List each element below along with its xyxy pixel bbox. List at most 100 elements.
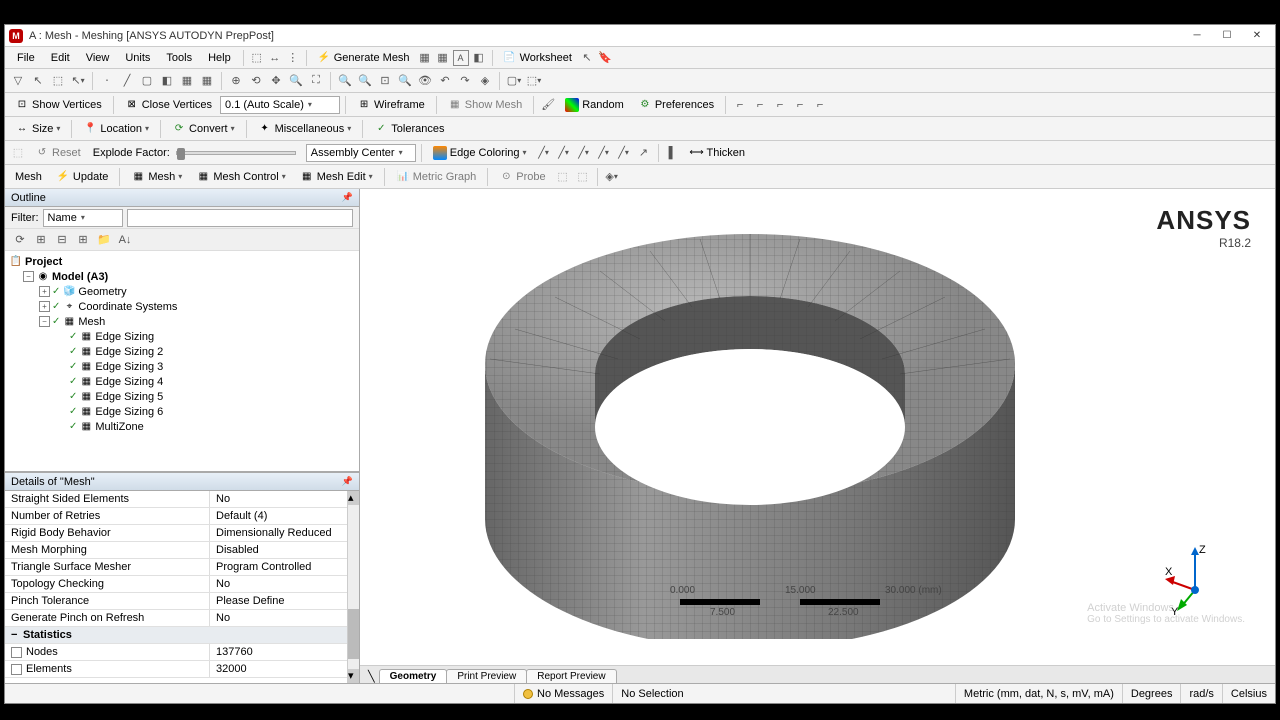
prop-value[interactable]: No [210,491,359,507]
probe-button[interactable]: ⊙ Probe [493,167,551,187]
tree-sizing[interactable]: ✓▦Edge Sizing 6 [9,404,355,419]
maximize-button[interactable]: ☐ [1213,27,1241,45]
filter-icon[interactable]: ▽ [10,73,26,89]
tree-sizing[interactable]: ✓▦Edge Sizing [9,329,355,344]
zoom-icon[interactable]: 🔍 [288,73,304,89]
tree-coord[interactable]: + ✓ ⌖ Coordinate Systems [9,299,355,314]
edge-coloring-dropdown[interactable]: Edge Coloring [427,143,533,163]
expander-icon[interactable]: − [23,271,34,282]
location-dropdown[interactable]: 📍 Location [77,119,155,139]
show-mesh-button[interactable]: ▦ Show Mesh [442,95,528,115]
pin-icon[interactable]: 📌 [342,192,353,203]
box-select-icon[interactable]: ⬚ [50,73,66,89]
node-icon[interactable]: ▦ [179,73,195,89]
menu-help[interactable]: Help [200,50,239,66]
zoom-out-icon[interactable]: 🔍 [357,73,373,89]
checkbox-icon[interactable] [11,647,22,658]
tree-sizing[interactable]: ✓▦Edge Sizing 5 [9,389,355,404]
expander-icon[interactable]: + [39,301,50,312]
grid-row[interactable]: Triangle Surface MesherProgram Controlle… [5,559,359,576]
checkbox-icon[interactable] [11,664,22,675]
misc-dropdown[interactable]: ✦ Miscellaneous [252,119,358,139]
collapse-icon[interactable]: ⊟ [54,232,70,248]
menu-edit[interactable]: Edit [43,50,78,66]
coord-icon[interactable]: ⌐ [812,97,828,113]
min-icon[interactable]: ⬚ [555,169,571,185]
tab-geometry[interactable]: Geometry [379,669,448,683]
toolbar-icon[interactable]: ⬚ [249,50,265,66]
tag-icon[interactable]: 🔖 [597,50,613,66]
vertex-icon[interactable]: ⋅ [99,73,115,89]
split-dropdown[interactable]: ⬚ [526,73,542,89]
coord-icon[interactable]: ⌐ [772,97,788,113]
grid-header[interactable]: −Statistics [5,627,359,644]
extend-icon[interactable]: ⊕ [228,73,244,89]
assembly-center-combo[interactable]: Assembly Center [306,144,416,162]
tree-mesh[interactable]: − ✓ ▦ Mesh [9,314,355,329]
edge-style-icon[interactable]: ╱ [596,145,612,161]
tree-geometry[interactable]: + ✓ 🧊 Geometry [9,284,355,299]
cursor-icon[interactable]: ↗ [636,145,652,161]
edge-style-icon[interactable]: ╱ [556,145,572,161]
grid-row[interactable]: Topology CheckingNo [5,576,359,593]
view-dropdown[interactable]: ▢ [506,73,522,89]
status-units[interactable]: Metric (mm, dat, N, s, mV, mA) [956,684,1123,703]
preferences-button[interactable]: ⚙ Preferences [632,95,720,115]
toolbar-icon[interactable]: ◧ [471,50,487,66]
edge-style-icon[interactable]: ╱ [536,145,552,161]
grid-row[interactable]: Number of RetriesDefault (4) [5,508,359,525]
grid-row[interactable]: Pinch TolerancePlease Define [5,593,359,610]
menu-view[interactable]: View [78,50,118,66]
next-view-icon[interactable]: ↷ [457,73,473,89]
element-icon[interactable]: ▦ [199,73,215,89]
grid-row[interactable]: Elements32000 [5,661,359,678]
close-vertices-button[interactable]: ⊠ Close Vertices [119,95,218,115]
menu-units[interactable]: Units [117,50,158,66]
coord-icon[interactable]: ⌐ [732,97,748,113]
refresh-icon[interactable]: ⟳ [12,232,28,248]
tab-print-preview[interactable]: Print Preview [446,669,527,683]
face-icon[interactable]: ▢ [139,73,155,89]
mesh-control-dropdown[interactable]: ▦ Mesh Control [190,167,291,187]
folder-icon[interactable]: 📁 [96,232,112,248]
convert-dropdown[interactable]: ⟳ Convert [166,119,241,139]
status-messages[interactable]: No Messages [515,684,613,703]
coord-icon[interactable]: ⌐ [752,97,768,113]
prop-value[interactable]: Disabled [210,542,359,558]
fit-icon[interactable]: ⊡ [377,73,393,89]
toolbar-icon[interactable]: ↔ [267,50,283,66]
tree-model[interactable]: − ◉ Model (A3) [9,269,355,284]
thicken-button[interactable]: ⟷ Thicken [684,143,752,163]
prop-value[interactable]: Please Define [210,593,359,609]
tree-icon[interactable]: ⊞ [75,232,91,248]
menu-tools[interactable]: Tools [158,50,200,66]
edge-style-icon[interactable]: ╱ [616,145,632,161]
edge-icon[interactable]: ╱ [119,73,135,89]
filter-combo[interactable]: Name [43,209,123,227]
mesh-edit-dropdown[interactable]: ▦ Mesh Edit [294,167,379,187]
size-dropdown[interactable]: ↔ Size [9,119,66,139]
expander-icon[interactable]: − [39,316,50,327]
tree-sizing[interactable]: ✓▦Edge Sizing 4 [9,374,355,389]
tree-sizing[interactable]: ✓▦Edge Sizing 3 [9,359,355,374]
canvas[interactable]: ANSYS R18.2 0.000 7.500 15.000 22.500 30… [360,189,1275,665]
coord-icon[interactable]: ⌐ [792,97,808,113]
status-celsius[interactable]: Celsius [1223,684,1275,703]
prop-value[interactable]: Default (4) [210,508,359,524]
select-icon[interactable]: ↖ [30,73,46,89]
worksheet-button[interactable]: 📄 Worksheet [497,48,578,68]
max-icon[interactable]: ⬚ [575,169,591,185]
cursor-icon[interactable]: ↖ [579,50,595,66]
expander-icon[interactable]: + [39,286,50,297]
toolbar-icon[interactable]: ▦ [417,50,433,66]
look-at-icon[interactable]: 👁 [417,73,433,89]
prop-value[interactable]: Dimensionally Reduced [210,525,359,541]
show-vertices-button[interactable]: ⊡ Show Vertices [9,95,108,115]
close-button[interactable]: ✕ [1243,27,1271,45]
magnify-icon[interactable]: 🔍 [397,73,413,89]
random-button[interactable]: Random [559,95,630,115]
grid-row[interactable]: Nodes137760 [5,644,359,661]
tree-sizing[interactable]: ✓▦Edge Sizing 2 [9,344,355,359]
mesh-dropdown[interactable]: ▦ Mesh [125,167,188,187]
expand-icon[interactable]: ⊞ [33,232,49,248]
